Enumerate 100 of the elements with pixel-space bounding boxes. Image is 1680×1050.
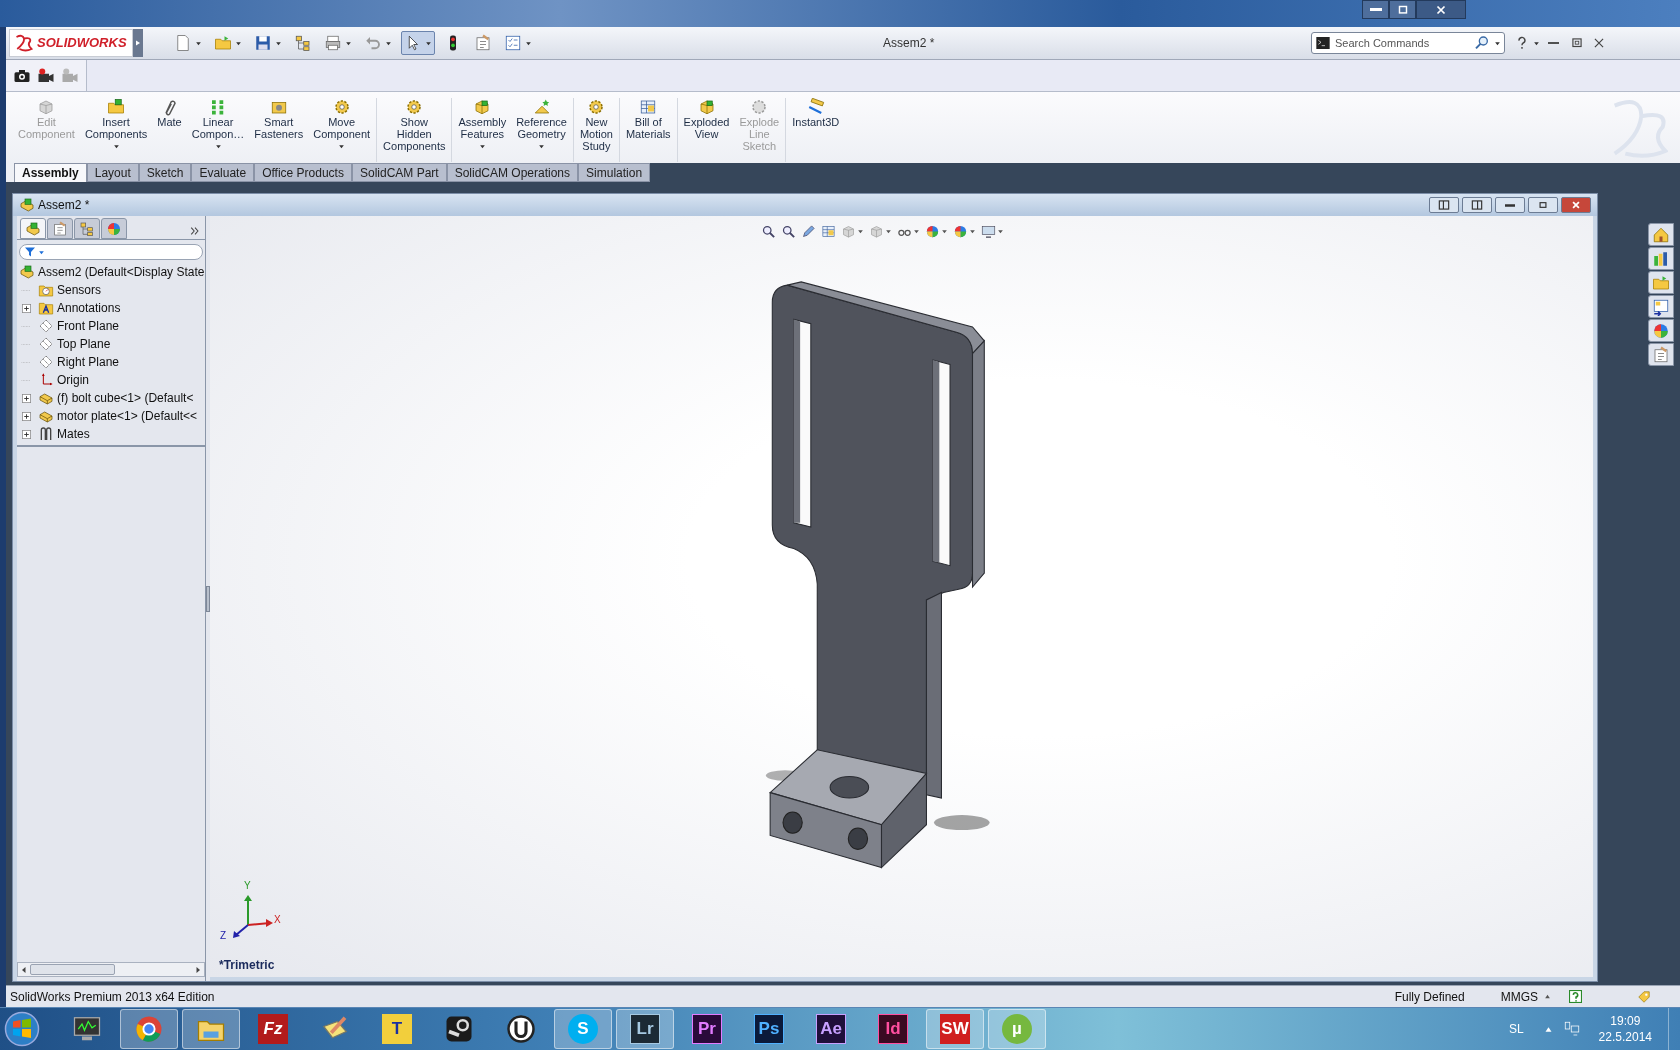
ribbon-button[interactable]: Linear Compon…	[188, 98, 248, 150]
filter-field[interactable]	[19, 244, 203, 260]
tree-item[interactable]: Assem2 (Default<Display State	[38, 263, 205, 281]
panel-tab[interactable]	[47, 218, 73, 239]
expand-panel-button[interactable]	[190, 226, 200, 236]
network-button[interactable]	[1562, 1020, 1581, 1038]
expand-icon[interactable]	[21, 303, 31, 313]
task-pane-tab[interactable]	[1648, 223, 1674, 246]
tree-item[interactable]: motor plate<1> (Default<<	[57, 407, 198, 425]
taskbar-button[interactable]: T	[368, 1009, 426, 1049]
ribbon-button[interactable]: Exploded View	[680, 98, 733, 140]
taskbar-button[interactable]: Ae	[802, 1009, 860, 1049]
tree-item[interactable]: Sensors	[57, 281, 102, 299]
ribbon-button[interactable]: New Motion Study	[576, 98, 616, 152]
clock[interactable]: 19:09 22.5.2014	[1598, 1013, 1652, 1045]
view-toolbar-button[interactable]	[981, 224, 1004, 239]
tab[interactable]: Sketch	[138, 163, 192, 182]
taskbar-button[interactable]: Lr	[616, 1009, 674, 1049]
maximize-button[interactable]	[1389, 0, 1416, 19]
minimize-button[interactable]	[1495, 197, 1525, 213]
expand-menu-button[interactable]	[133, 29, 143, 57]
panel-tab[interactable]	[101, 218, 127, 239]
tree-item[interactable]: Front Plane	[57, 317, 120, 335]
cube-icon	[869, 224, 884, 239]
panel-tab[interactable]	[74, 218, 100, 239]
units-button[interactable]: MMGS	[1500, 987, 1551, 1006]
caret-icon	[538, 143, 546, 150]
taskbar-button[interactable]: SW	[926, 1009, 984, 1049]
taskbar-button[interactable]: Pr	[678, 1009, 736, 1049]
tile-right-button[interactable]	[1462, 197, 1492, 213]
caret-icon	[338, 143, 346, 150]
view-toolbar-button[interactable]	[801, 224, 816, 239]
ribbon-button[interactable]: Bill of Materials	[622, 98, 674, 140]
up-caret-icon	[1544, 993, 1551, 1000]
close-button[interactable]	[1561, 197, 1591, 213]
ribbon-button[interactable]: Reference Geometry	[513, 98, 570, 150]
expand-icon[interactable]	[21, 411, 31, 421]
tree-item[interactable]: Right Plane	[57, 353, 120, 371]
status-text: Fully Defined	[1394, 988, 1465, 1006]
tab[interactable]: Simulation	[578, 163, 651, 182]
panel-tab[interactable]	[20, 218, 46, 239]
ribbon-button[interactable]: Move Component	[310, 98, 374, 150]
ribbon-button[interactable]: Assembly Features	[455, 98, 510, 150]
expand-icon[interactable]	[21, 393, 31, 403]
horizontal-scrollbar[interactable]	[17, 962, 205, 977]
view-toolbar-button[interactable]	[761, 224, 776, 239]
tree-item[interactable]: Origin	[57, 371, 89, 389]
view-toolbar-button[interactable]	[925, 224, 948, 239]
tab[interactable]: Evaluate	[191, 163, 255, 182]
cube-icon	[697, 98, 716, 116]
help-button[interactable]	[1515, 35, 1540, 51]
tree-item[interactable]: Mates	[57, 425, 90, 443]
taskbar-button[interactable]: Id	[864, 1009, 922, 1049]
help-button[interactable]	[1569, 990, 1582, 1003]
help-icon	[1569, 990, 1582, 1003]
search-field[interactable]: Search Commands	[1311, 32, 1505, 54]
tab[interactable]: Layout	[86, 163, 139, 182]
search-input[interactable]: Search Commands	[1335, 34, 1470, 52]
tab[interactable]: Office Products	[254, 163, 352, 182]
minimize-icon	[1548, 42, 1559, 44]
tab[interactable]: Assembly	[14, 163, 87, 182]
taskbar-button[interactable]: Ps	[740, 1009, 798, 1049]
view-toolbar-button[interactable]	[781, 224, 796, 239]
panel-resize-handle[interactable]	[206, 585, 210, 612]
page-icon	[174, 34, 192, 52]
tree-structure-icon	[79, 220, 95, 237]
ds-logo-icon	[14, 34, 34, 52]
assembly-icon	[25, 220, 41, 237]
task-pane-tab[interactable]	[1648, 295, 1674, 318]
cube-icon	[37, 98, 56, 116]
tab[interactable]: SolidCAM Part	[351, 163, 447, 182]
plane-icon	[38, 318, 54, 334]
caret-icon	[941, 228, 948, 235]
tree-item[interactable]: Annotations	[57, 299, 121, 317]
double-chevron-icon	[190, 226, 200, 236]
tree-item[interactable]: Top Plane	[57, 335, 111, 353]
tile-left-button[interactable]	[1429, 197, 1459, 213]
tile-right-icon	[1470, 198, 1484, 212]
maximize-button[interactable]	[1528, 197, 1558, 213]
ribbon-button[interactable]: Smart Fasteners	[251, 98, 307, 140]
ribbon-button[interactable]: Mate	[154, 98, 185, 128]
tree-item[interactable]: (f) bolt cube<1> (Default<	[57, 389, 194, 407]
caret-icon	[1494, 39, 1501, 47]
minimize-button[interactable]	[1362, 0, 1389, 19]
caret-icon	[38, 248, 45, 256]
taskbar-button[interactable]: Fz	[244, 1009, 302, 1049]
ribbon-button[interactable]: Insert Components	[81, 98, 151, 150]
ribbon-button[interactable]: Instant3D	[789, 98, 843, 128]
ribbon-button[interactable]: Show Hidden Components	[380, 98, 449, 152]
show-hidden-icons-button[interactable]	[1543, 1024, 1553, 1034]
tab[interactable]: SolidCAM Operations	[446, 163, 579, 182]
video-camera-icon	[37, 66, 55, 85]
task-pane-tab[interactable]	[1648, 247, 1674, 270]
gear-icon	[750, 98, 769, 116]
close-button[interactable]	[1416, 0, 1466, 19]
tag-icon	[1636, 989, 1652, 1004]
toolbar-button[interactable]	[401, 31, 435, 55]
axis-label: X	[274, 915, 281, 925]
view-toolbar-button[interactable]	[953, 224, 976, 239]
expand-icon[interactable]	[21, 429, 31, 439]
